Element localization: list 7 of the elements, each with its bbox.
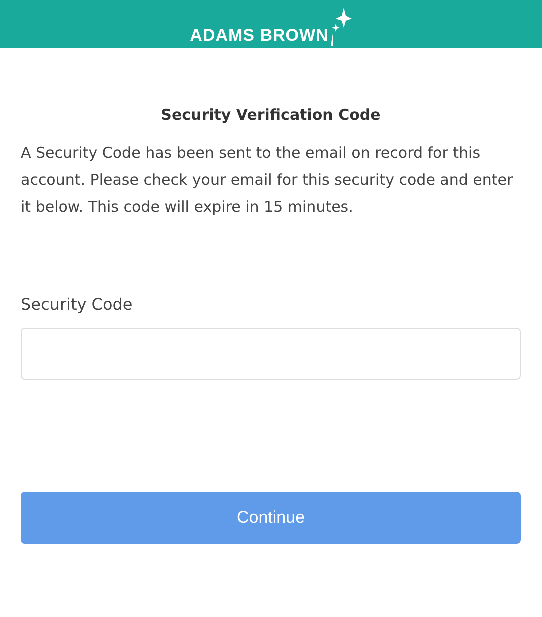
instruction-text: A Security Code has been sent to the email on record for this account. Please check your email for this security code and enter it below. This code will expire in 15 minutes.: [21, 143, 514, 218]
page-title: Security Verification Code: [160, 106, 382, 124]
field-label: Security Code: [21, 295, 134, 314]
star-icon: [330, 8, 352, 46]
continue-button[interactable]: Continue: [21, 492, 521, 544]
security-code-field[interactable]: [21, 328, 521, 380]
logo-text: ADAMS BROWN: [190, 26, 329, 46]
